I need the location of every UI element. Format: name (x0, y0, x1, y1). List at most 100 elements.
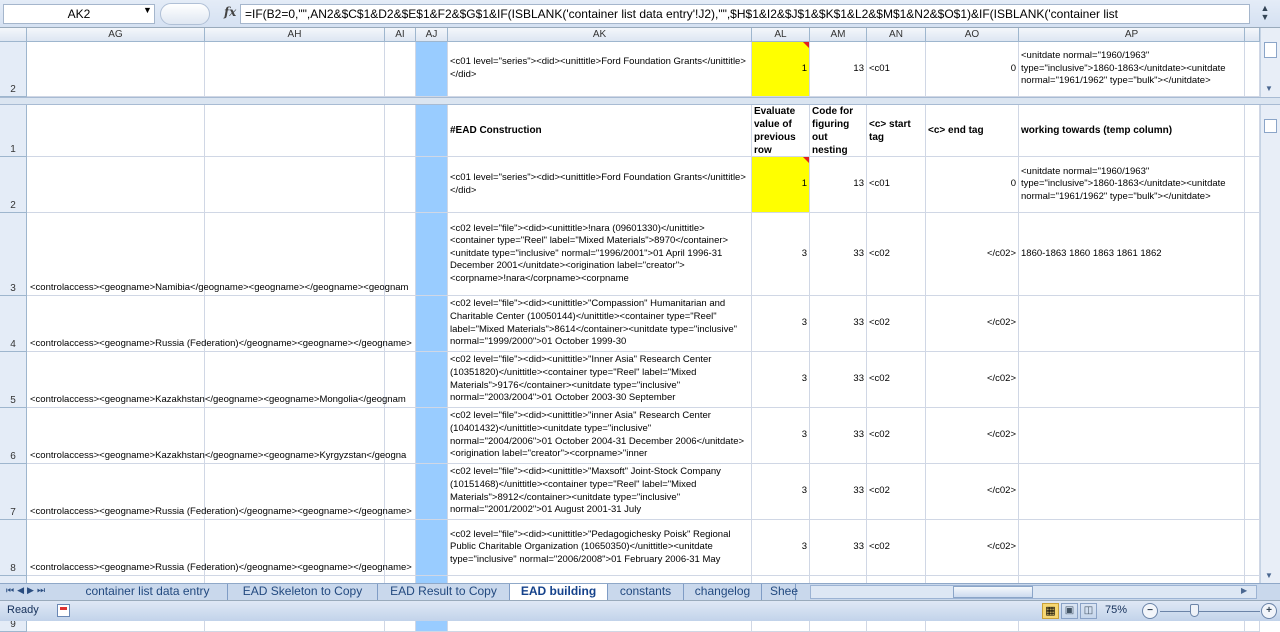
row-header[interactable]: 3 (0, 213, 27, 296)
row-header[interactable]: 2 (0, 157, 27, 213)
cell-am[interactable]: 33 (810, 520, 867, 576)
cell-al[interactable]: 3 (752, 464, 810, 520)
cell-ak[interactable]: #EAD Construction (448, 105, 752, 157)
cell-an[interactable]: <c02 (867, 464, 926, 520)
cell-am[interactable]: 33 (810, 408, 867, 464)
column-header-ah[interactable]: AH (205, 28, 385, 42)
zoom-out-icon[interactable]: − (1142, 603, 1158, 619)
scroll-down-icon[interactable]: ▼ (1265, 571, 1273, 580)
cell-ao[interactable]: </c02> (926, 520, 1019, 576)
cell-ak[interactable]: <c02 level="file"><did><unittitle>"Maxso… (448, 464, 752, 520)
cell-ag-overflow-text[interactable]: <controlaccess><geogname>Russia (Federat… (27, 338, 448, 351)
expand-formula-bar-icon[interactable]: ▲ ▼ (1254, 4, 1276, 24)
horizontal-scrollbar[interactable]: ▶ (810, 585, 1257, 599)
cell-ag[interactable] (27, 157, 205, 213)
cell-am[interactable]: 13 (810, 157, 867, 213)
column-header-ap[interactable]: AP (1019, 28, 1245, 42)
pane-split-bar[interactable] (0, 97, 1280, 105)
cell-ap[interactable]: <unitdate normal="1960/1963" type="inclu… (1019, 42, 1245, 97)
cell-al[interactable]: 1 (752, 157, 810, 213)
cell-ak[interactable]: <c02 level="file"><did><unittitle>"inner… (448, 408, 752, 464)
cell-aj[interactable] (416, 42, 448, 97)
insert-function-icon[interactable]: fx (224, 5, 236, 19)
cell-ak[interactable]: <c01 level="series"><did><unittitle>Ford… (448, 157, 752, 213)
cell-ag-overflow-text[interactable]: <controlaccess><geogname>Kazakhstan</geo… (27, 394, 448, 407)
column-header-ak[interactable]: AK (448, 28, 752, 42)
cell-al[interactable]: 3 (752, 520, 810, 576)
cell-ao[interactable]: </c02> (926, 408, 1019, 464)
row-header[interactable]: 7 (0, 464, 27, 520)
page-break-preview-icon[interactable]: ◫ (1080, 603, 1097, 619)
sheet-tab[interactable]: changelog (684, 584, 762, 600)
cell-am[interactable]: 33 (810, 213, 867, 296)
cell-ap[interactable]: 1860-1863 1860 1863 1861 1862 (1019, 213, 1245, 296)
cell-ak[interactable]: <c01 level="series"><did><unittitle>Ford… (448, 42, 752, 97)
scroll-thumb[interactable] (1264, 119, 1277, 133)
cell-ai[interactable] (385, 105, 416, 157)
cell-an[interactable]: <c02 (867, 520, 926, 576)
cell-ao[interactable]: 0 (926, 42, 1019, 97)
row-header[interactable]: 1 (0, 105, 27, 157)
cell-ap[interactable] (1019, 296, 1245, 352)
cell-am[interactable]: 33 (810, 464, 867, 520)
cell-ag[interactable] (27, 42, 205, 97)
cell-ap[interactable]: working towards (temp column) (1019, 105, 1245, 157)
normal-view-icon[interactable]: ▦ (1042, 603, 1059, 619)
row-header[interactable]: 4 (0, 296, 27, 352)
sheet-tab[interactable]: Shee (762, 584, 798, 600)
column-header-ai[interactable]: AI (385, 28, 416, 42)
cell-ag-overflow-text[interactable]: <controlaccess><geogname>Kazakhstan</geo… (27, 450, 448, 463)
sheet-tab[interactable]: EAD Skeleton to Copy (228, 584, 378, 600)
top-pane-vertical-scrollbar[interactable]: ▼ (1260, 28, 1280, 97)
tab-navigation-icons[interactable]: ⏮◀▶⏭ (6, 585, 48, 596)
cell-ap[interactable] (1019, 352, 1245, 408)
column-header-al[interactable]: AL (752, 28, 810, 42)
zoom-slider-thumb[interactable] (1190, 604, 1199, 617)
column-header-ag[interactable]: AG (27, 28, 205, 42)
main-vertical-scrollbar[interactable]: ▼ (1260, 105, 1280, 583)
cell-ag-overflow-text[interactable]: <controlaccess><geogname>Namibia</geogna… (27, 282, 448, 295)
cell-an[interactable]: <c02 (867, 408, 926, 464)
cell-an[interactable]: <c02 (867, 213, 926, 296)
cell-ao[interactable]: </c02> (926, 213, 1019, 296)
cell-ao[interactable]: <c> end tag (926, 105, 1019, 157)
column-header-aj[interactable]: AJ (416, 28, 448, 42)
cell-ai[interactable] (385, 42, 416, 97)
sheet-tab[interactable]: EAD Result to Copy (378, 584, 510, 600)
cell-ao[interactable]: </c02> (926, 352, 1019, 408)
cell-ag-overflow-text[interactable]: <controlaccess><geogname>Russia (Federat… (27, 506, 448, 519)
cell-an[interactable]: <c02 (867, 296, 926, 352)
row-header[interactable]: 2 (0, 42, 27, 97)
column-header-am[interactable]: AM (810, 28, 867, 42)
cell-al[interactable]: Evaluate value of previous row (752, 105, 810, 157)
cell-al[interactable]: 1 (752, 42, 810, 97)
cell-ah[interactable] (205, 105, 385, 157)
zoom-slider[interactable] (1160, 611, 1260, 612)
cell-ak[interactable]: <c02 level="file"><did><unittitle>"Pedag… (448, 520, 752, 576)
row-header[interactable]: 6 (0, 408, 27, 464)
select-all-corner[interactable] (0, 28, 27, 42)
cell-am[interactable]: 13 (810, 42, 867, 97)
sheet-tab[interactable]: container list data entry (68, 584, 228, 600)
cell-an[interactable]: <c01 (867, 157, 926, 213)
cell-ak[interactable]: <c02 level="file"><did><unittitle>"Inner… (448, 352, 752, 408)
name-box-dropdown-icon[interactable]: ▼ (143, 5, 152, 15)
scroll-down-icon[interactable]: ▼ (1265, 84, 1273, 93)
cell-ap[interactable] (1019, 408, 1245, 464)
cell-am[interactable]: Code for figuring out nesting (810, 105, 867, 157)
cell-al[interactable]: 3 (752, 296, 810, 352)
cell-ao[interactable]: 0 (926, 157, 1019, 213)
cell-ap[interactable] (1019, 464, 1245, 520)
cell-al[interactable]: 3 (752, 213, 810, 296)
cell-ak[interactable]: <c02 level="file"><did><unittitle>!nara … (448, 213, 752, 296)
scroll-right-icon[interactable]: ▶ (1241, 586, 1247, 595)
cell-ah[interactable] (205, 157, 385, 213)
cell-am[interactable]: 33 (810, 296, 867, 352)
cell-an[interactable]: <c> start tag (867, 105, 926, 157)
row-header[interactable]: 8 (0, 520, 27, 576)
cell-ak[interactable]: <c02 level="file"><did><unittitle>"Compa… (448, 296, 752, 352)
cell-ai[interactable] (385, 157, 416, 213)
sheet-tab[interactable]: EAD building (510, 584, 608, 600)
comment-indicator-icon[interactable] (803, 157, 809, 163)
zoom-in-icon[interactable]: + (1261, 603, 1277, 619)
